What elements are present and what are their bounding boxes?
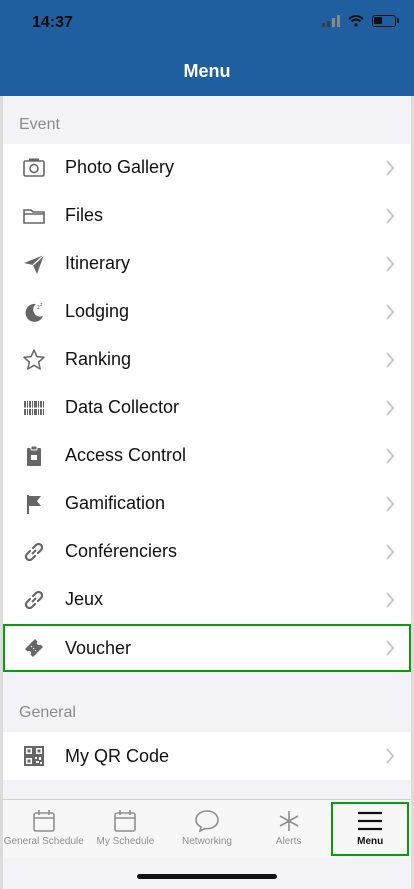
asterisk-icon xyxy=(279,811,298,831)
menu-item-label: Jeux xyxy=(65,576,411,625)
event-list: Photo Gallery Files Itinerary zz Lodging… xyxy=(3,144,411,672)
chevron-right-icon xyxy=(386,208,395,224)
general-list: My QR Code xyxy=(3,732,411,780)
chat-bubble-icon xyxy=(195,810,219,833)
page-title: Menu xyxy=(183,60,231,81)
menu-item-data-collector[interactable]: Data Collector xyxy=(3,384,411,433)
menu-item-label: Ranking xyxy=(65,336,411,385)
clipboard-icon xyxy=(27,445,41,466)
chevron-right-icon xyxy=(386,448,395,464)
menu-item-conferenciers[interactable]: Conférenciers xyxy=(3,528,411,577)
link-icon xyxy=(24,590,44,610)
menu-item-files[interactable]: Files xyxy=(3,192,411,241)
moon-sleep-icon: zz xyxy=(25,302,43,322)
tab-label: Networking xyxy=(181,836,232,847)
folder-icon xyxy=(23,209,45,224)
menu-item-label: Data Collector xyxy=(65,384,411,433)
menu-item-lodging[interactable]: zz Lodging xyxy=(3,288,411,337)
menu-item-jeux[interactable]: Jeux xyxy=(3,576,411,625)
tab-menu[interactable]: Menu xyxy=(329,800,411,858)
menu-item-label: Files xyxy=(65,192,411,241)
camera-icon xyxy=(23,158,45,177)
tab-label: Menu xyxy=(357,836,384,847)
calendar-icon xyxy=(32,810,55,832)
tab-label: Alerts xyxy=(275,836,302,847)
chevron-right-icon xyxy=(386,160,395,176)
home-indicator[interactable] xyxy=(137,874,277,879)
menu-content[interactable]: Event Photo Gallery Files Itinerary zz L… xyxy=(3,96,411,799)
calendar-icon xyxy=(114,810,137,832)
status-bar: 14:37 xyxy=(0,0,414,46)
qr-code-icon xyxy=(24,746,44,766)
status-time: 14:37 xyxy=(32,14,73,31)
menu-item-gamification[interactable]: Gamification xyxy=(3,480,411,529)
menu-item-label: Itinerary xyxy=(65,240,411,289)
svg-text:z: z xyxy=(40,302,43,308)
nav-bar: Menu xyxy=(0,46,414,96)
tab-alerts[interactable]: Alerts xyxy=(248,800,330,858)
chevron-right-icon xyxy=(386,256,395,272)
tab-label: My Schedule xyxy=(96,836,155,847)
tab-label: General Schedule xyxy=(3,836,84,847)
menu-item-label: Gamification xyxy=(65,480,411,529)
menu-item-label: Access Control xyxy=(65,432,411,481)
link-icon xyxy=(24,542,44,562)
status-icons xyxy=(322,15,399,27)
tab-networking[interactable]: Networking xyxy=(166,800,248,858)
menu-item-label: My QR Code xyxy=(65,745,170,766)
ticket-icon xyxy=(25,639,43,657)
chevron-right-icon xyxy=(386,304,395,320)
menu-item-my-qr-code[interactable]: My QR Code xyxy=(3,732,411,780)
chevron-right-icon xyxy=(386,400,395,416)
menu-item-label: Lodging xyxy=(65,288,411,337)
menu-item-ranking[interactable]: Ranking xyxy=(3,336,411,385)
section-spacer xyxy=(3,672,411,692)
signal-icon xyxy=(322,15,340,27)
chevron-right-icon xyxy=(386,544,395,560)
menu-item-photo-gallery[interactable]: Photo Gallery xyxy=(3,144,411,193)
chevron-right-icon xyxy=(386,352,395,368)
menu-item-access-control[interactable]: Access Control xyxy=(3,432,411,481)
menu-item-label: Voucher xyxy=(65,637,132,658)
star-icon xyxy=(23,349,45,370)
menu-item-label: Conférenciers xyxy=(65,528,411,577)
battery-icon xyxy=(372,15,399,27)
paper-plane-icon xyxy=(24,254,45,274)
wifi-icon xyxy=(348,15,364,27)
flag-icon xyxy=(27,495,41,514)
barcode-icon xyxy=(23,401,45,415)
chevron-right-icon xyxy=(386,640,395,656)
menu-item-voucher[interactable]: Voucher xyxy=(3,624,411,672)
tab-general-schedule[interactable]: General Schedule xyxy=(3,800,85,858)
section-header-general: General xyxy=(19,704,76,721)
section-header-event: Event xyxy=(19,116,60,133)
tab-my-schedule[interactable]: My Schedule xyxy=(85,800,167,858)
hamburger-menu-icon xyxy=(358,811,383,831)
chevron-right-icon xyxy=(386,592,395,608)
menu-item-itinerary[interactable]: Itinerary xyxy=(3,240,411,289)
tab-bar: General Schedule My Schedule Networking … xyxy=(3,799,411,858)
menu-item-label: Photo Gallery xyxy=(65,144,411,193)
chevron-right-icon xyxy=(386,496,395,512)
chevron-right-icon xyxy=(386,748,395,764)
